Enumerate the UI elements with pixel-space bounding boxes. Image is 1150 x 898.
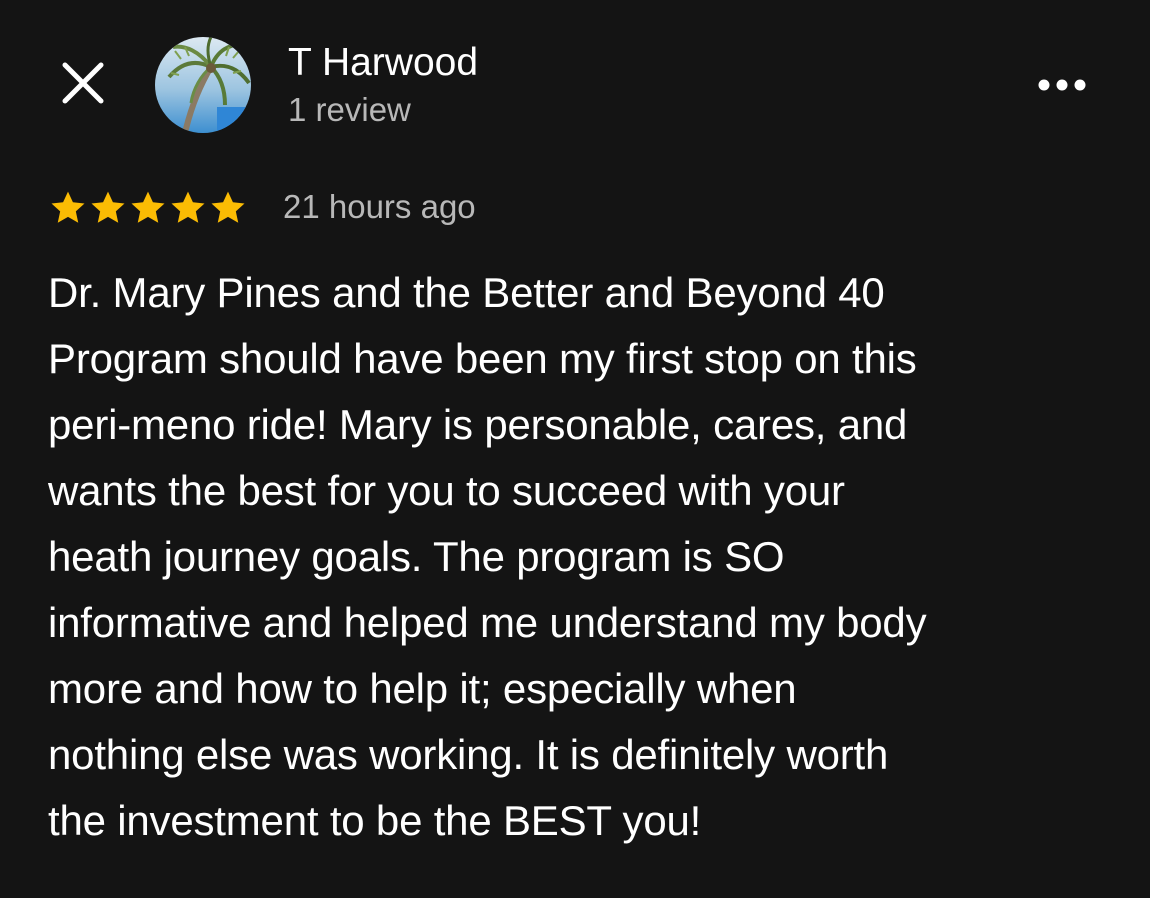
review-text: Dr. Mary Pines and the Better and Beyond…	[48, 269, 927, 844]
star-icon	[88, 188, 128, 228]
more-options-button[interactable]	[1030, 66, 1094, 104]
more-horizontal-icon	[1038, 79, 1086, 91]
palm-tree-avatar-image	[155, 37, 251, 133]
star-icon	[168, 188, 208, 228]
review-timestamp: 21 hours ago	[283, 188, 476, 225]
star-rating	[48, 186, 248, 230]
reviewer-name[interactable]: T Harwood	[288, 40, 478, 86]
close-button[interactable]	[52, 52, 114, 114]
star-icon	[128, 188, 168, 228]
star-icon	[208, 188, 248, 228]
review-count: 1 review	[288, 91, 411, 128]
close-icon	[62, 62, 104, 104]
avatar[interactable]	[155, 37, 251, 133]
star-icon	[48, 188, 88, 228]
